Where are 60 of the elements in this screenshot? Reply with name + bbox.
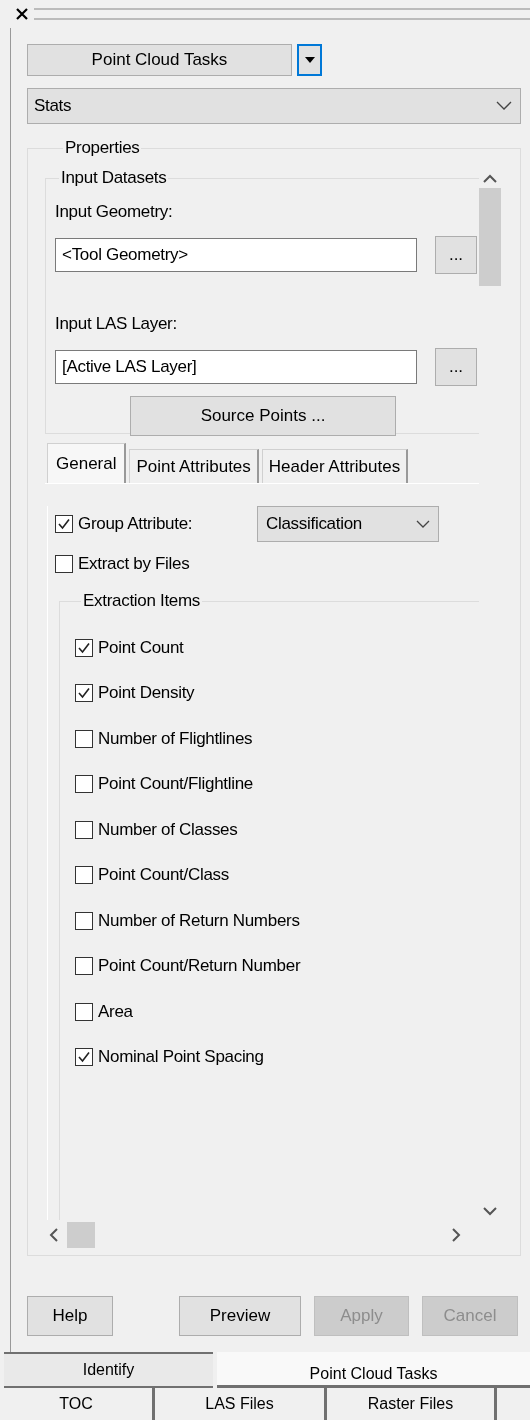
browse-button[interactable]: ... (435, 236, 477, 274)
checkbox-label: Nominal Point Spacing (98, 1047, 264, 1068)
chevron-down-icon (416, 519, 430, 529)
group-title: Properties (64, 138, 141, 158)
check-icon (77, 640, 91, 655)
checkbox-label: Point Count/Class (98, 865, 229, 886)
check-icon (77, 686, 91, 701)
close-icon[interactable] (14, 6, 30, 22)
task-button[interactable]: Point Cloud Tasks (27, 44, 292, 76)
chevron-down-icon[interactable] (483, 1206, 497, 1216)
gripper[interactable] (34, 8, 530, 20)
browse-button[interactable]: ... (435, 348, 477, 386)
group-attribute-dropdown[interactable]: Classification (257, 506, 439, 542)
dialog-button[interactable]: Help (27, 1296, 113, 1336)
input-field[interactable]: [Active LAS Layer] (55, 350, 417, 384)
panel-tab[interactable]: Point Cloud Tasks (217, 1352, 530, 1388)
check-icon (77, 1050, 91, 1065)
checkbox[interactable] (75, 957, 93, 976)
chevron-down-icon (496, 101, 512, 111)
checkbox-label: Point Count/Return Number (98, 956, 301, 977)
caret-icon (304, 57, 315, 63)
tab[interactable]: Point Attributes (129, 449, 259, 483)
checkbox[interactable] (75, 1002, 93, 1021)
dropdown-button[interactable] (297, 44, 322, 76)
checkbox-label: Number of Flightlines (98, 728, 253, 749)
checkbox[interactable] (55, 515, 73, 533)
field-label: Input Geometry: (55, 202, 174, 222)
checkbox-label: Point Density (98, 683, 195, 704)
group-title: Extraction Items (82, 591, 202, 611)
checkbox-label: Number of Return Numbers (98, 910, 300, 931)
group-title: Input Datasets (60, 168, 168, 188)
checkbox[interactable] (75, 729, 93, 748)
panel-tab[interactable]: Identify (4, 1352, 213, 1388)
checkbox-label: Point Count (98, 637, 184, 658)
checkbox[interactable] (75, 911, 93, 930)
task-dropdown[interactable]: Stats (27, 88, 521, 124)
checkbox[interactable] (75, 638, 93, 657)
checkbox[interactable] (75, 820, 93, 839)
field-label: Input LAS Layer: (55, 314, 178, 334)
scroll-thumb[interactable] (479, 188, 501, 286)
checkbox[interactable] (75, 775, 93, 794)
tab[interactable]: General (47, 443, 127, 483)
checkbox-label: Number of Classes (98, 819, 238, 840)
checkbox-label: Area (98, 1001, 133, 1022)
checkbox[interactable] (75, 684, 93, 703)
dialog-button[interactable]: Preview (179, 1296, 301, 1336)
checkbox-label: Extract by Files (78, 554, 190, 574)
checkbox[interactable] (75, 1048, 93, 1067)
input-field[interactable]: <Tool Geometry> (55, 238, 417, 272)
source-points-button[interactable]: Source Points ... (130, 396, 396, 436)
tab[interactable]: Header Attributes (261, 449, 409, 483)
chevron-right-icon[interactable] (451, 1228, 461, 1242)
checkbox[interactable] (75, 866, 93, 885)
check-icon (57, 517, 71, 531)
checkbox[interactable] (55, 555, 73, 573)
chevron-up-icon[interactable] (483, 174, 497, 184)
checkbox-label: Point Count/Flightline (98, 774, 253, 795)
checkbox-label: Group Attribute: (78, 514, 193, 534)
scroll-thumb[interactable] (67, 1222, 95, 1248)
chevron-left-icon[interactable] (49, 1228, 59, 1242)
